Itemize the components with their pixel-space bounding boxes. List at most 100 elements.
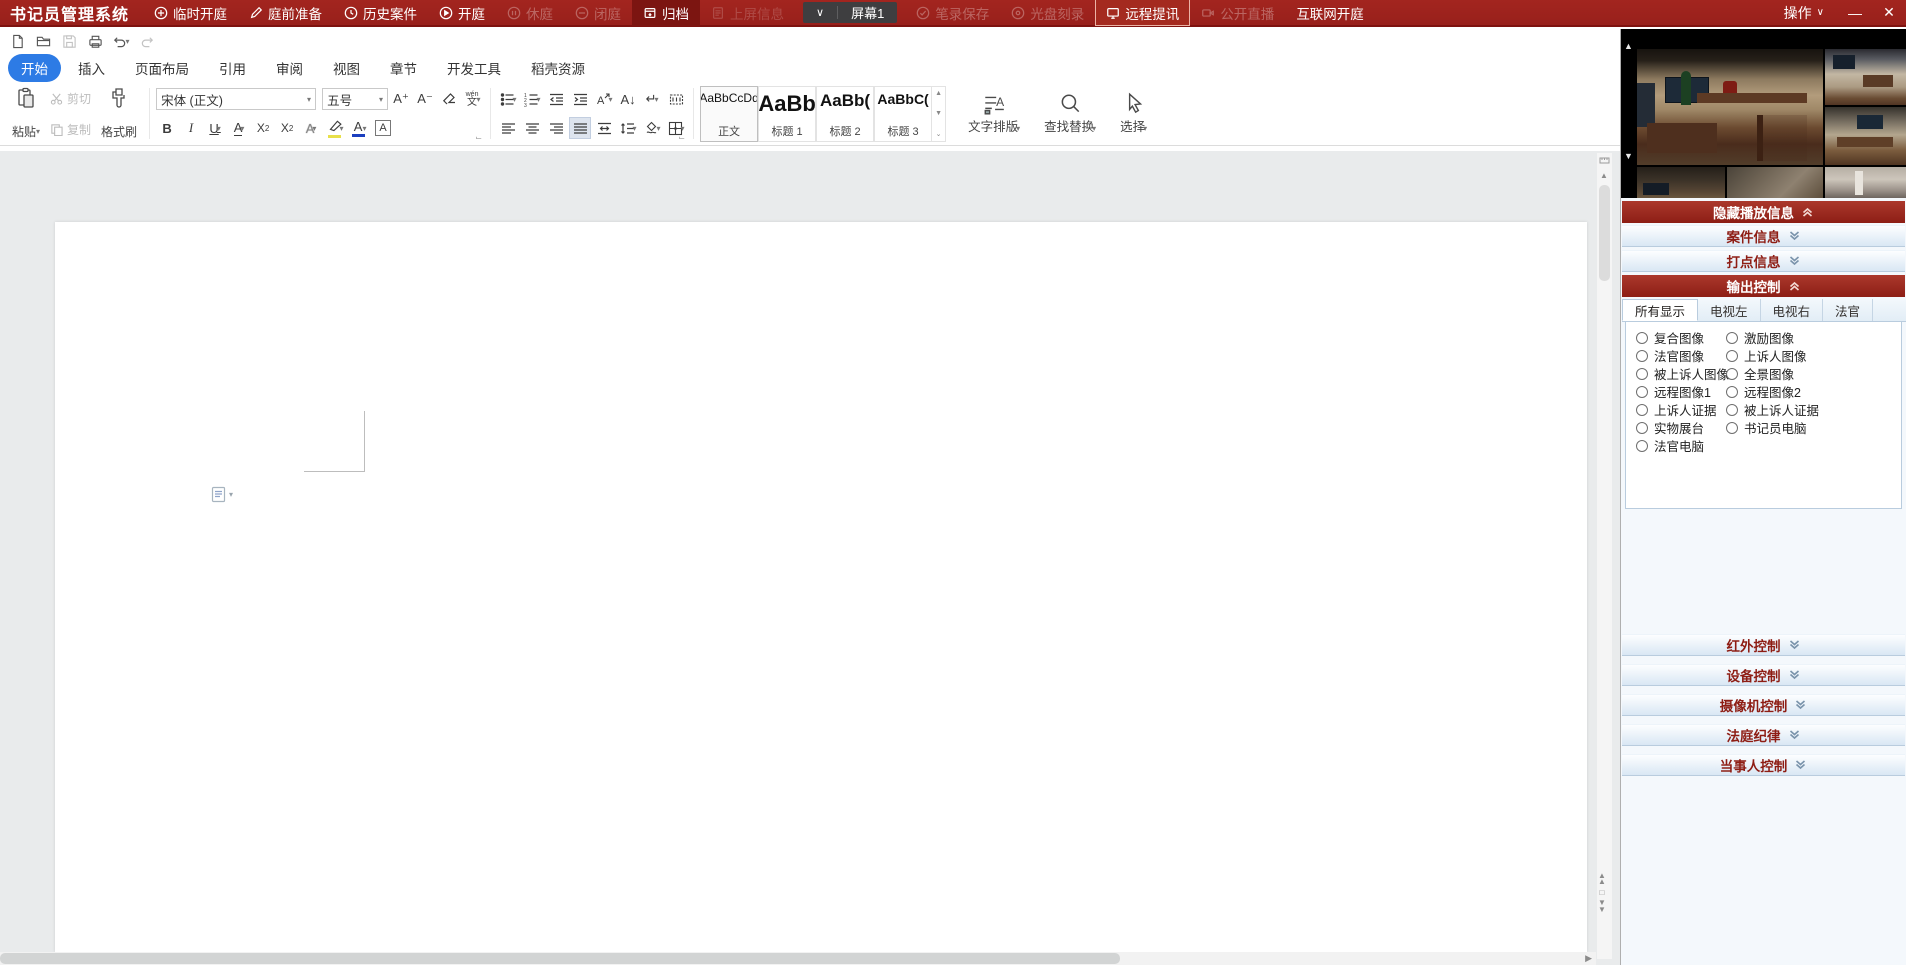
grow-font-button[interactable]: A⁺ (390, 88, 412, 110)
chevron-down-icon[interactable]: ∨ (803, 6, 837, 19)
operate-menu[interactable]: 操作 ∨ (1770, 3, 1838, 23)
undo-button[interactable]: ▾ (110, 32, 132, 52)
radio-icon[interactable] (1726, 332, 1738, 344)
tab-all-display[interactable]: 所有显示 (1622, 299, 1698, 321)
scroll-up-icon[interactable]: ▲ (1600, 171, 1608, 180)
section-device-control[interactable]: 设备控制 (1622, 664, 1905, 686)
distribute-button[interactable] (593, 117, 615, 139)
clear-format-button[interactable] (438, 88, 460, 110)
section-camera-control[interactable]: 摄像机控制 (1622, 694, 1905, 716)
new-document-button[interactable] (6, 32, 28, 52)
section-infrared-control[interactable]: 红外控制 (1622, 634, 1905, 656)
page-setup-button[interactable] (665, 88, 687, 110)
dropdown-arrow-icon[interactable]: ▾ (125, 37, 129, 46)
dialog-launcher-icon[interactable]: ⌙ (475, 133, 482, 142)
line-spacing-button[interactable]: ▾ (617, 117, 639, 139)
tab-view[interactable]: 视图 (320, 54, 373, 82)
menu-item-internet-court[interactable]: 互联网开庭 (1285, 0, 1375, 26)
superscript-button[interactable]: X2 (252, 117, 274, 139)
radio-option[interactable]: 法官电脑 (1636, 439, 1729, 452)
style-heading3[interactable]: AaBbC( 标题 3 (874, 86, 932, 142)
print-button[interactable] (84, 32, 106, 52)
align-left-button[interactable] (497, 117, 519, 139)
previous-page-icon[interactable]: ▲▲ (1598, 873, 1606, 886)
radio-icon[interactable] (1726, 422, 1738, 434)
open-file-button[interactable] (32, 32, 54, 52)
video-scroll-up-icon[interactable]: ▲ (1624, 41, 1633, 51)
tab-page-layout[interactable]: 页面布局 (122, 54, 202, 82)
subscript-button[interactable]: X2 (276, 117, 298, 139)
radio-option[interactable]: 被上诉人图像 (1636, 367, 1729, 380)
styles-scroll[interactable]: ▲ ▼ ⌄ (932, 86, 946, 142)
tab-judge[interactable]: 法官 (1823, 299, 1873, 321)
insert-anchor[interactable]: ▾ (211, 486, 233, 503)
tab-docer-resources[interactable]: 稻壳资源 (518, 54, 598, 82)
show-marks-button[interactable]: ↵▾ (641, 88, 663, 110)
section-mark-info[interactable]: 打点信息 (1622, 250, 1905, 272)
style-normal[interactable]: AaBbCcDd 正文 (700, 86, 758, 142)
scroll-up-icon[interactable]: ▲ (935, 90, 942, 97)
tab-tv-right[interactable]: 电视右 (1761, 299, 1824, 321)
scroll-down-icon[interactable]: ▼ (935, 110, 942, 117)
radio-icon[interactable] (1636, 422, 1648, 434)
video-thumb-bottom-3[interactable] (1825, 167, 1906, 198)
tab-home[interactable]: 开始 (8, 54, 61, 82)
tab-review[interactable]: 审阅 (263, 54, 316, 82)
radio-icon[interactable] (1636, 386, 1648, 398)
menu-item-remote-interrogation[interactable]: 远程提讯 (1095, 0, 1190, 26)
align-center-button[interactable] (521, 117, 543, 139)
menu-item-archive[interactable]: 归档 (632, 0, 700, 26)
radio-icon[interactable] (1636, 332, 1648, 344)
align-right-button[interactable] (545, 117, 567, 139)
horizontal-scrollbar[interactable]: ▶ (0, 952, 1596, 965)
tab-section[interactable]: 章节 (377, 54, 430, 82)
radio-icon[interactable] (1636, 440, 1648, 452)
close-button[interactable]: ✕ (1872, 4, 1906, 21)
tab-dev-tools[interactable]: 开发工具 (434, 54, 514, 82)
menu-item-pretrial-prep[interactable]: 庭前准备 (238, 0, 333, 26)
radio-icon[interactable] (1726, 350, 1738, 362)
bullet-list-button[interactable]: ▾ (497, 88, 519, 110)
radio-option[interactable]: 实物展台 (1636, 421, 1729, 434)
underline-button[interactable]: U▾ (204, 117, 226, 139)
format-painter-button[interactable]: 格式刷 (95, 84, 143, 143)
shrink-font-button[interactable]: A⁻ (414, 88, 436, 110)
paste-button[interactable]: 粘贴▾ (6, 84, 46, 143)
video-thumb-bottom-2[interactable] (1727, 167, 1823, 198)
radio-icon[interactable] (1726, 404, 1738, 416)
next-page-icon[interactable]: ▼▼ (1598, 900, 1606, 913)
style-heading2[interactable]: AaBb( 标题 2 (816, 86, 874, 142)
radio-option[interactable]: 远程图像1 (1636, 385, 1729, 398)
shading-button[interactable]: ▾ (641, 117, 663, 139)
radio-option[interactable]: 法官图像 (1636, 349, 1729, 362)
scrollbar-thumb[interactable] (1599, 185, 1610, 281)
radio-option[interactable]: 被上诉人证据 (1726, 403, 1819, 416)
font-size-select[interactable]: 五号▾ (322, 88, 388, 110)
radio-icon[interactable] (1636, 368, 1648, 380)
decrease-indent-button[interactable] (545, 88, 567, 110)
dropdown-arrow-icon[interactable]: ▾ (229, 490, 233, 499)
radio-option[interactable]: 上诉人图像 (1726, 349, 1819, 362)
select-button[interactable]: 选择▾ (1108, 88, 1159, 139)
radio-option[interactable]: 远程图像2 (1726, 385, 1819, 398)
character-shading-button[interactable]: A (372, 117, 394, 139)
radio-option[interactable]: 激励图像 (1726, 331, 1819, 344)
sort-button[interactable]: A↓ (617, 88, 639, 110)
radio-icon[interactable] (1726, 386, 1738, 398)
vertical-scrollbar[interactable]: ▲ ▲▲ □ ▼▼ (1597, 153, 1612, 959)
ruler-toggle-icon[interactable] (1599, 155, 1610, 166)
radio-icon[interactable] (1726, 368, 1738, 380)
radio-icon[interactable] (1636, 404, 1648, 416)
tab-references[interactable]: 引用 (206, 54, 259, 82)
screen-selector[interactable]: ∨ 屏幕1 (803, 2, 897, 23)
text-layout-button[interactable]: A 文字排版▾ (956, 88, 1032, 139)
tab-tv-left[interactable]: 电视左 (1698, 299, 1761, 321)
menu-item-history-cases[interactable]: 历史案件 (333, 0, 428, 26)
document-page[interactable]: ▾ (55, 222, 1587, 952)
phonetic-guide-button[interactable]: wén文▾ (462, 88, 484, 110)
video-thumb-main-courtroom[interactable] (1637, 49, 1823, 165)
screen-selector-value[interactable]: 屏幕1 (838, 3, 897, 22)
radio-icon[interactable] (1636, 350, 1648, 362)
video-thumb-side-room-1[interactable] (1825, 49, 1906, 105)
find-replace-button[interactable]: 查找替换▾ (1032, 88, 1108, 139)
